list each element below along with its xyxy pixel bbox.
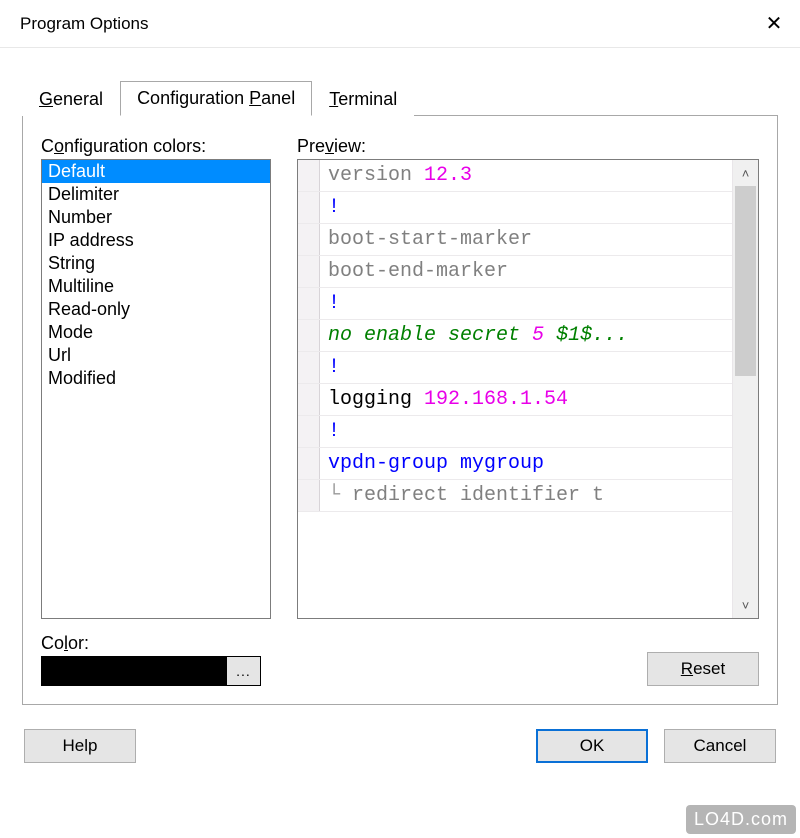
list-item[interactable]: Default [42,160,270,183]
preview-line: logging 192.168.1.54 [298,384,732,416]
gutter-cell[interactable] [298,224,320,255]
preview-line: version 12.3 [298,160,732,192]
preview-scrollbar[interactable]: ˄ ˅ [732,160,758,618]
dialog-button-row: Help OK Cancel [22,729,778,763]
code-cell: ! [320,416,348,447]
gutter-cell[interactable] [298,320,320,351]
color-swatch [42,657,226,685]
dialog-content: General Configuration Panel Terminal Con… [0,48,800,777]
list-item[interactable]: Number [42,206,270,229]
gutter-cell[interactable] [298,288,320,319]
list-item[interactable]: Modified [42,367,270,390]
preview-line: ! [298,288,732,320]
tab-configuration-panel[interactable]: Configuration Panel [120,81,312,116]
gutter-cell[interactable] [298,160,320,191]
code-cell: boot-start-marker [320,224,540,255]
preview-line: ! [298,416,732,448]
gutter-cell[interactable] [298,480,320,511]
window-title: Program Options [20,14,149,34]
preview-box: version 12.3!boot-start-markerboot-end-m… [297,159,759,619]
tab-general[interactable]: General [22,82,120,116]
list-item[interactable]: Url [42,344,270,367]
color-more-button[interactable]: ... [226,657,260,685]
preview-line: ! [298,352,732,384]
cancel-button[interactable]: Cancel [664,729,776,763]
scroll-thumb[interactable] [735,186,756,376]
code-cell: vpdn-group mygroup [320,448,552,479]
color-picker[interactable]: ... [41,656,261,686]
help-button[interactable]: Help [24,729,136,763]
color-label: Color: [41,633,261,654]
gutter-cell[interactable] [298,256,320,287]
tab-panel-configuration: Configuration colors: DefaultDelimiterNu… [22,115,778,705]
code-cell: ! [320,288,348,319]
tab-terminal[interactable]: Terminal [312,82,414,116]
config-colors-listbox[interactable]: DefaultDelimiterNumberIP addressStringMu… [41,159,271,619]
list-item[interactable]: Read-only [42,298,270,321]
preview-line: ! [298,192,732,224]
code-cell: no enable secret 5 $1$... [320,320,636,351]
preview-line: └ redirect identifier t [298,480,732,512]
gutter-cell[interactable] [298,352,320,383]
scroll-down-arrow-icon[interactable]: ˅ [733,592,758,618]
preview-line: vpdn-group mygroup [298,448,732,480]
config-colors-label: Configuration colors: [41,136,271,157]
tabstrip: General Configuration Panel Terminal [22,80,778,115]
gutter-cell[interactable] [298,416,320,447]
reset-button[interactable]: Reset [647,652,759,686]
list-item[interactable]: String [42,252,270,275]
preview-line: no enable secret 5 $1$... [298,320,732,352]
list-item[interactable]: IP address [42,229,270,252]
preview-line: boot-start-marker [298,224,732,256]
code-cell: ! [320,192,348,223]
scroll-up-arrow-icon[interactable]: ˄ [733,160,758,186]
list-item[interactable]: Multiline [42,275,270,298]
code-cell: logging 192.168.1.54 [320,384,576,415]
gutter-cell[interactable] [298,192,320,223]
gutter-cell[interactable] [298,448,320,479]
list-item[interactable]: Mode [42,321,270,344]
code-cell: ! [320,352,348,383]
gutter-cell[interactable] [298,384,320,415]
titlebar: Program Options ✕ [0,0,800,48]
code-cell: └ redirect identifier t [320,480,612,511]
close-icon[interactable]: ✕ [754,4,794,44]
code-cell: version 12.3 [320,160,480,191]
list-item[interactable]: Delimiter [42,183,270,206]
code-cell: boot-end-marker [320,256,516,287]
preview-line: boot-end-marker [298,256,732,288]
scroll-track[interactable] [733,186,758,592]
watermark: LO4D.com [686,805,796,834]
ok-button[interactable]: OK [536,729,648,763]
preview-label: Preview: [297,136,759,157]
